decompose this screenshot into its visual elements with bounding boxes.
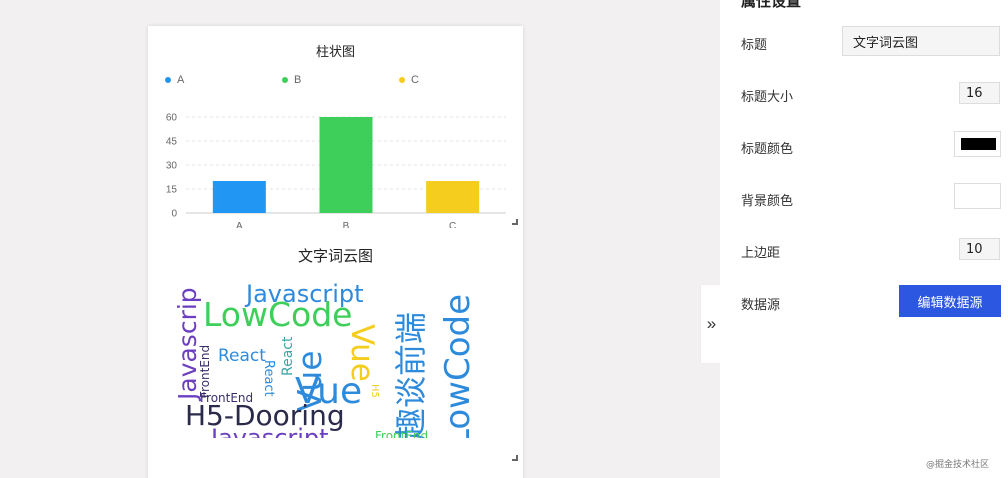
- color-swatch: [961, 138, 996, 150]
- title-size-input[interactable]: [959, 82, 1000, 104]
- bg-color-picker[interactable]: [954, 183, 1001, 209]
- title-label: 标题: [741, 37, 768, 52]
- edit-datasource-button[interactable]: 编辑数据源: [899, 285, 1001, 317]
- panel-heading: 属性设置: [741, 0, 802, 10]
- title-input[interactable]: [842, 26, 1000, 56]
- cloud-word: Javascrip: [173, 287, 202, 400]
- double-chevron-right-icon: »: [706, 314, 717, 333]
- word-cloud-area: Javascrip Javascript LowCode React React…: [173, 282, 508, 438]
- bar-b[interactable]: [319, 117, 373, 213]
- margin-top-input[interactable]: [959, 238, 1000, 260]
- margin-top-label: 上边距: [741, 245, 781, 260]
- properties-panel: 属性设置 标题 标题大小 标题颜色 背景颜色 上边距 数据源 编辑数据源: [720, 0, 1008, 478]
- cloud-word: Vue: [344, 324, 380, 382]
- cloud-word: LowCode: [438, 294, 478, 438]
- cloud-word: H5: [369, 384, 380, 398]
- bar-c[interactable]: [426, 181, 480, 213]
- y-tick-label: 0: [171, 209, 177, 220]
- title-color-label: 标题颜色: [741, 141, 794, 156]
- word-cloud-component[interactable]: 文字词云图 Javascrip Javascript LowCode React…: [148, 242, 523, 461]
- x-tick-label: B: [343, 221, 350, 228]
- resize-handle-icon[interactable]: [512, 219, 518, 225]
- cloud-word: Javascript: [211, 424, 329, 438]
- x-tick-label: C: [449, 221, 456, 228]
- y-tick-label: 30: [166, 161, 178, 172]
- watermark: @掘金技术社区: [926, 460, 990, 470]
- panel-toggle-button[interactable]: »: [700, 284, 722, 364]
- y-tick-label: 15: [166, 185, 178, 196]
- bar-a[interactable]: [212, 181, 266, 213]
- cloud-word: React: [218, 346, 266, 366]
- y-tick-label: 60: [166, 113, 178, 124]
- datasource-label: 数据源: [741, 297, 781, 312]
- title-color-picker[interactable]: [954, 131, 1001, 157]
- cloud-word: LowCode: [203, 295, 353, 334]
- title-size-label: 标题大小: [741, 89, 794, 104]
- bg-color-label: 背景颜色: [741, 193, 794, 208]
- resize-handle-icon[interactable]: [512, 455, 518, 461]
- color-swatch: [961, 190, 996, 202]
- y-tick-label: 45: [166, 137, 178, 148]
- x-tick-label: A: [236, 221, 243, 228]
- cloud-word: FrontEnd: [375, 429, 429, 438]
- word-cloud-title: 文字词云图: [297, 247, 373, 265]
- bar-chart-plot: 0 15 30 45 60 A B C: [166, 113, 506, 228]
- cloud-word: React: [261, 360, 276, 397]
- editor-canvas: 柱状图 A B C 0 15 30 45 60 A B C 文字词云图 Javascrip J…: [148, 26, 523, 478]
- bar-chart-component[interactable]: 柱状图 A B C 0 15 30 45 60 A B C: [148, 26, 523, 228]
- cloud-word: 趣谈前端: [392, 311, 430, 438]
